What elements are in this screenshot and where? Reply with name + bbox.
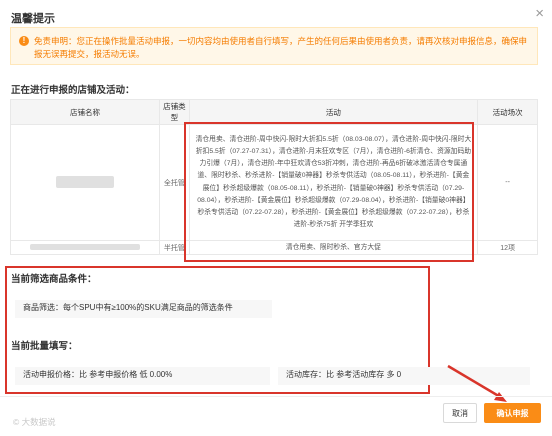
footer-divider <box>0 396 552 397</box>
cancel-button[interactable]: 取消 <box>443 403 477 423</box>
watermark: © 大数据说 <box>13 417 56 427</box>
arrow-line <box>447 364 503 400</box>
arrow-annotation <box>447 364 507 402</box>
confirm-submit-button[interactable]: 确认申报 <box>484 403 541 423</box>
confirm-dialog: 温馨提示 × ! 免责申明：您正在操作批量活动申报，一切内容均由使用者自行填写，… <box>0 0 552 436</box>
